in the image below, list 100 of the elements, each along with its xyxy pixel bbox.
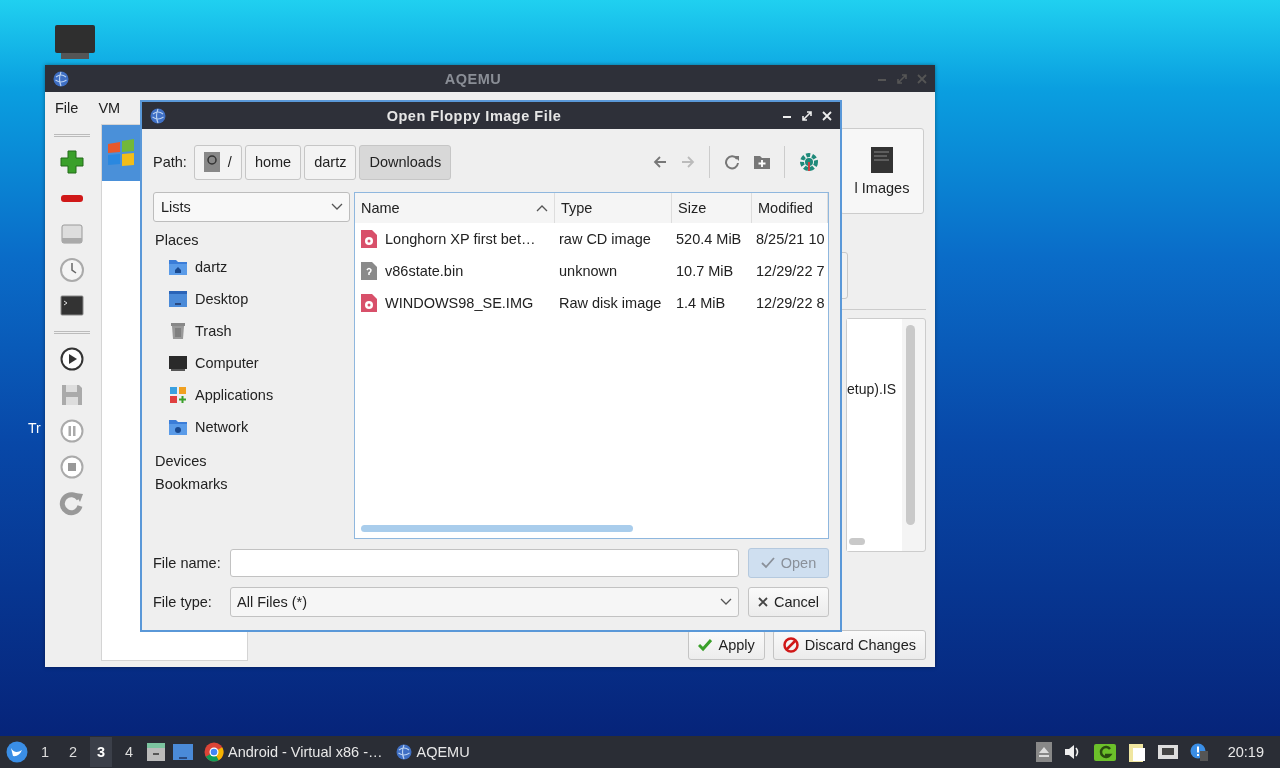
chip-icon (869, 146, 895, 174)
drive-icon (203, 152, 220, 172)
clock-icon[interactable] (58, 257, 85, 283)
path-button[interactable]: home (244, 144, 302, 180)
reload-icon[interactable] (724, 154, 740, 170)
workspace-button[interactable]: 1 (34, 737, 56, 767)
sort-up-icon (536, 204, 548, 212)
section-header: Devices (154, 453, 208, 471)
stop-icon[interactable] (58, 454, 85, 480)
table-cell-text: Raw disk image (558, 295, 663, 311)
check-icon (698, 638, 713, 652)
workspace-button[interactable]: 2 (62, 737, 84, 767)
field-label: File type: (153, 594, 213, 610)
window-title: Open Floppy Image File (385, 107, 563, 124)
table-cell-text: 8/25/21 10 (755, 231, 826, 247)
column-header[interactable]: Size (672, 193, 752, 223)
scrollbar[interactable] (849, 538, 865, 545)
apps-icon (169, 386, 187, 404)
discard-button[interactable]: Discard Changes (772, 630, 926, 660)
flag-icon (106, 138, 136, 168)
menu-item[interactable]: File (55, 100, 79, 116)
chevron-down-icon (720, 598, 732, 606)
home-folder-icon (169, 258, 187, 276)
taskbar-button[interactable]: AQEMU (392, 744, 474, 760)
pause-icon[interactable] (58, 418, 85, 444)
table-cell-text: 12/29/22 7 (755, 263, 826, 279)
scrollbar[interactable] (906, 325, 915, 525)
chevron-down-icon (331, 203, 343, 211)
network-icon[interactable] (1157, 744, 1178, 760)
path-button[interactable]: / (193, 144, 242, 180)
file-name[interactable]: Longhorn XP first bet… (355, 230, 555, 248)
trash-icon (169, 322, 187, 340)
new-folder-icon[interactable] (754, 155, 770, 169)
place-item[interactable]: Desktop (153, 283, 249, 315)
disc-file-icon (361, 294, 377, 312)
table-cell-text: 520.4 MiB (675, 231, 743, 247)
path-button[interactable]: dartz (304, 144, 357, 180)
file-cabinet-icon[interactable] (146, 742, 166, 762)
start-menu-icon[interactable] (6, 741, 28, 763)
table-cell-text: unknown (558, 263, 619, 279)
workspace-button[interactable]: 3 (90, 737, 112, 767)
cancel-icon (782, 637, 799, 653)
table-cell-text: raw CD image (558, 231, 652, 247)
vm-item[interactable] (102, 125, 140, 181)
place-item[interactable]: Network (153, 411, 249, 443)
column-header[interactable]: Type (555, 193, 672, 223)
desktop-icon-label[interactable]: Tr (28, 420, 41, 436)
monitor-icon[interactable] (55, 25, 95, 61)
monitor-icon (169, 354, 187, 372)
section-header: Places (154, 232, 200, 250)
table-cell-text: 10.7 MiB (675, 263, 735, 279)
text-fragment: etup).IS (847, 319, 902, 551)
desktop-icon[interactable] (172, 742, 194, 762)
check-icon (760, 556, 775, 570)
clipboard-icon[interactable] (1127, 742, 1146, 762)
file-name[interactable]: WINDOWS98_SE.IMG (355, 294, 555, 312)
network-folder-icon (169, 418, 187, 436)
notification-icon[interactable] (1189, 743, 1208, 761)
menu-item[interactable]: VM (98, 100, 121, 116)
globe-icon (150, 107, 166, 124)
section-header: Bookmarks (154, 476, 229, 494)
tray-app-icon[interactable] (1093, 742, 1116, 762)
workspace-button[interactable]: 4 (118, 737, 140, 767)
place-item[interactable]: Computer (153, 347, 259, 379)
play-icon[interactable] (58, 346, 85, 372)
table-cell-text: 12/29/22 8 (755, 295, 826, 311)
apply-button[interactable]: Apply (688, 630, 765, 660)
back-icon[interactable] (653, 155, 667, 169)
path-label: Path: (153, 154, 187, 170)
tab[interactable]: l Images (840, 128, 924, 214)
desktop-icon (169, 290, 187, 308)
globe-icon (53, 70, 69, 87)
gear-icon[interactable] (799, 152, 819, 172)
file-name-field[interactable] (230, 549, 739, 577)
disc-file-icon (361, 230, 377, 248)
window-title: AQEMU (443, 70, 503, 87)
tab-label: l Images (854, 180, 910, 196)
taskbar-button[interactable]: Android - Virtual x86 -… (200, 742, 387, 762)
terminal-icon[interactable] (58, 293, 85, 319)
plus-icon[interactable] (58, 149, 85, 175)
path-button[interactable]: Downloads (359, 144, 452, 180)
column-header[interactable]: Name (355, 193, 555, 223)
globe-icon (396, 744, 413, 760)
clock[interactable]: 20:19 (1219, 744, 1274, 760)
place-item[interactable]: Applications (153, 379, 274, 411)
browser-icon (204, 742, 224, 762)
eject-icon[interactable] (1035, 742, 1052, 762)
cancel-button[interactable]: Cancel (748, 587, 829, 617)
unknown-file-icon (361, 262, 377, 280)
dropdown[interactable]: Lists (153, 192, 350, 222)
table-cell-text: 1.4 MiB (675, 295, 727, 311)
column-header[interactable]: Modified (752, 193, 828, 223)
file-name[interactable]: v86state.bin (355, 262, 555, 280)
place-item[interactable]: Trash (153, 315, 232, 347)
field-label: File name: (153, 555, 221, 571)
scrollbar[interactable] (361, 525, 633, 532)
close-icon (757, 597, 768, 607)
reload-icon[interactable] (58, 490, 85, 516)
place-item[interactable]: dartz (153, 251, 228, 283)
file-type-dropdown[interactable]: All Files (*) (230, 587, 739, 617)
